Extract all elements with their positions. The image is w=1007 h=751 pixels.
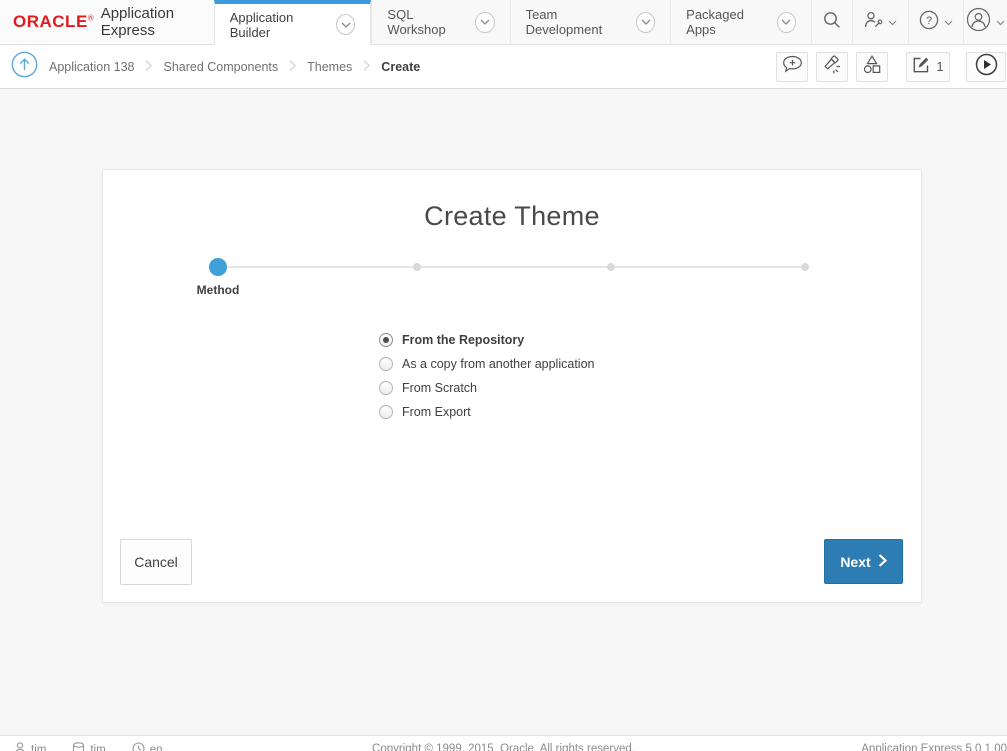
footer-user-name: tim — [31, 744, 46, 751]
radio-unselected-icon[interactable] — [379, 381, 393, 395]
train-connector — [227, 266, 413, 268]
chevron-down-icon[interactable] — [777, 12, 796, 33]
breadcrumb-item-shared-components[interactable]: Shared Components — [163, 60, 278, 74]
breadcrumb-item-application[interactable]: Application 138 — [49, 60, 134, 74]
radio-option-label: As a copy from another application — [402, 357, 594, 371]
breadcrumb-item-themes[interactable]: Themes — [307, 60, 352, 74]
footer-language-code: en — [150, 744, 163, 751]
edit-page-icon — [912, 56, 930, 77]
step-dot-pending — [413, 263, 421, 271]
top-nav-bar: ORACLE® Application Express Application … — [0, 0, 1007, 45]
chevron-down-icon — [944, 13, 953, 31]
oracle-wordmark: ORACLE® — [13, 12, 94, 32]
spotlight-button[interactable] — [816, 52, 848, 82]
top-nav-actions: ? — [811, 0, 1007, 44]
product-name: Application Express — [101, 5, 214, 39]
tab-label: Packaged Apps — [686, 7, 768, 37]
step-dot-pending — [607, 263, 615, 271]
radio-option-from-scratch[interactable]: From Scratch — [379, 378, 594, 398]
tab-sql-workshop[interactable]: SQL Workshop — [371, 0, 509, 44]
train-connector — [421, 266, 607, 268]
current-step-label: Method — [197, 283, 240, 297]
footer-language: en — [132, 742, 163, 751]
spotlight-icon — [822, 54, 843, 80]
tab-label: Team Development — [526, 7, 627, 37]
step-dot-method-current — [209, 258, 227, 276]
radio-unselected-icon[interactable] — [379, 405, 393, 419]
page-toolbar: 1 — [776, 52, 1007, 82]
edit-page-number: 1 — [936, 59, 943, 74]
chevron-down-icon[interactable] — [475, 12, 494, 33]
radio-option-label: From the Repository — [402, 333, 524, 347]
footer-user: tim — [14, 742, 46, 751]
apex-create-theme-screen: ORACLE® Application Express Application … — [0, 0, 1007, 751]
tab-label: SQL Workshop — [387, 7, 466, 37]
search-button[interactable] — [811, 0, 852, 44]
oracle-apex-logo: ORACLE® Application Express — [0, 0, 214, 44]
create-theme-wizard-card: Create Theme Method From the Repository … — [102, 169, 922, 603]
run-page-button[interactable] — [966, 52, 1006, 82]
svg-text:?: ? — [926, 15, 932, 27]
tab-team-development[interactable]: Team Development — [510, 0, 671, 44]
radio-option-copy-from-application[interactable]: As a copy from another application — [379, 354, 594, 374]
tab-label: Application Builder — [230, 10, 327, 40]
step-dot-pending — [801, 263, 809, 271]
shared-components-button[interactable] — [856, 52, 888, 82]
radio-option-label: From Scratch — [402, 381, 477, 395]
create-theme-option-group: From the Repository As a copy from anoth… — [379, 330, 594, 426]
footer-schema-name: tim — [90, 744, 105, 751]
breadcrumb-item-create: Create — [381, 60, 420, 74]
wizard-progress-train — [103, 258, 921, 276]
clock-icon — [132, 742, 145, 751]
radio-option-from-repository[interactable]: From the Repository — [379, 330, 594, 350]
page-footer: tim tim en Copyright © 1999, 2015, Oracl… — [0, 735, 1007, 751]
account-menu-button[interactable] — [963, 0, 1007, 44]
feedback-bubble-icon — [782, 55, 803, 78]
breadcrumb-bar: Application 138 Shared Components Themes… — [0, 45, 1007, 89]
help-menu-button[interactable]: ? — [908, 0, 963, 44]
radio-selected-icon[interactable] — [379, 333, 393, 347]
edit-page-button[interactable]: 1 — [906, 52, 950, 82]
shapes-icon — [862, 55, 882, 79]
search-icon — [823, 11, 841, 34]
chevron-right-icon — [363, 59, 370, 75]
footer-schema: tim — [72, 742, 105, 751]
help-icon: ? — [919, 10, 939, 35]
chevron-down-icon[interactable] — [336, 14, 355, 35]
chevron-right-icon — [145, 59, 152, 75]
cancel-button[interactable]: Cancel — [120, 539, 192, 585]
page-title: Create Theme — [103, 201, 921, 232]
breadcrumb: Application 138 Shared Components Themes… — [49, 59, 420, 75]
radio-unselected-icon[interactable] — [379, 357, 393, 371]
up-level-button[interactable] — [11, 51, 38, 83]
chevron-down-icon[interactable] — [636, 12, 655, 33]
radio-option-from-export[interactable]: From Export — [379, 402, 594, 422]
tab-packaged-apps[interactable]: Packaged Apps — [670, 0, 811, 44]
tab-application-builder[interactable]: Application Builder — [214, 0, 372, 45]
person-icon — [14, 742, 26, 751]
next-button-label: Next — [840, 554, 870, 570]
user-admin-icon — [864, 11, 883, 33]
train-connector — [615, 266, 801, 268]
chevron-down-icon — [996, 13, 1005, 31]
run-icon — [975, 53, 998, 81]
administration-menu-button[interactable] — [852, 0, 908, 44]
feedback-button[interactable] — [776, 52, 808, 82]
arrow-up-circle-icon — [11, 51, 38, 83]
footer-version: Application Express 5.0.1.00.06 — [861, 743, 1007, 751]
radio-option-label: From Export — [402, 405, 471, 419]
chevron-right-icon — [878, 554, 887, 570]
database-icon — [72, 742, 85, 751]
next-button[interactable]: Next — [824, 539, 903, 584]
footer-copyright: Copyright © 1999, 2015, Oracle. All righ… — [372, 743, 635, 751]
chevron-down-icon — [888, 13, 897, 31]
account-icon — [966, 7, 991, 37]
chevron-right-icon — [289, 59, 296, 75]
